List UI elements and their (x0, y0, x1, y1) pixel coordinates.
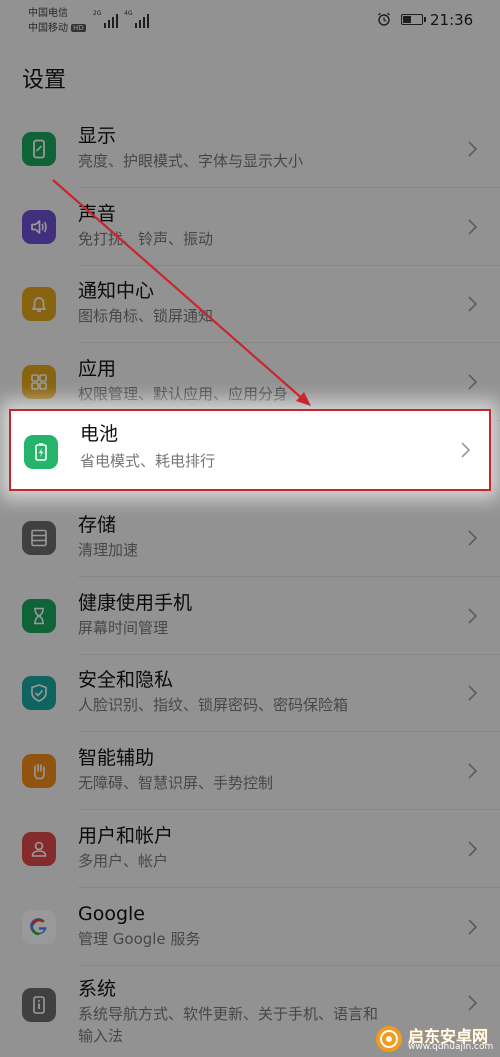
display-phone-icon (22, 131, 56, 166)
battery-icon (24, 435, 58, 469)
settings-item-subtitle: 多用户、帐户 (78, 852, 169, 871)
settings-item-subtitle: 图标角标、锁屏通知 (78, 307, 214, 326)
settings-item-label: 显示 (78, 124, 117, 147)
settings-item-label: 声音 (78, 202, 117, 225)
settings-item-digital-balance[interactable]: 健康使用手机 屏幕时间管理 (0, 577, 500, 655)
carrier-1: 中国电信 (28, 8, 68, 19)
settings-item-display[interactable]: 显示 亮度、护眼模式、字体与显示大小 (0, 110, 500, 188)
speaker-icon (22, 209, 56, 244)
battery-status-icon (401, 14, 426, 25)
settings-item-subtitle: 免打扰、铃声、振动 (78, 229, 214, 248)
settings-item-label: 安全和隐私 (78, 669, 174, 692)
user-icon (22, 832, 56, 867)
chevron-right-icon (468, 141, 478, 157)
settings-list: 显示 亮度、护眼模式、字体与显示大小 声音 免打扰、铃声、振动 通知中心 图标角… (0, 110, 500, 1054)
settings-item-subtitle: 管理 Google 服务 (78, 929, 201, 948)
settings-item-subtitle: 人脸识别、指纹、锁屏密码、密码保险箱 (78, 696, 349, 715)
settings-item-label: 通知中心 (78, 280, 155, 303)
bell-icon (22, 287, 56, 322)
carrier-2-name: 中国移动 (28, 23, 68, 34)
watermark: 启东安卓网 www.qdhuajin.com (374, 1022, 500, 1057)
chevron-right-icon (468, 841, 478, 857)
clock: 21:36 (430, 11, 474, 29)
settings-item-subtitle: 权限管理、默认应用、应用分身 (78, 385, 289, 404)
settings-item-label: 健康使用手机 (78, 591, 193, 614)
settings-item-subtitle: 亮度、护眼模式、字体与显示大小 (78, 151, 304, 170)
apps-grid-icon (22, 365, 56, 400)
chevron-right-icon (468, 685, 478, 702)
chevron-right-icon (468, 530, 478, 546)
settings-item-label: 用户和帐户 (78, 825, 174, 848)
chevron-right-icon (468, 608, 478, 624)
settings-item-subtitle: 清理加速 (78, 540, 139, 559)
hourglass-icon (22, 598, 56, 633)
settings-item-subtitle: 系统导航方式、软件更新、关于手机、语言和 (78, 1004, 379, 1023)
page-title: 设置 (22, 68, 67, 93)
settings-item-subtitle: 屏幕时间管理 (78, 618, 169, 637)
chevron-right-icon (468, 219, 478, 235)
settings-item-label: 系统 (78, 977, 117, 1000)
hd-badge: HD (71, 24, 86, 32)
settings-item-label: 应用 (78, 358, 117, 381)
chevron-right-icon (461, 442, 471, 458)
settings-item-accessibility[interactable]: 智能辅助 无障碍、智慧识屏、手势控制 (0, 732, 500, 811)
signal-1-label: 2G (93, 10, 102, 17)
alarm-icon (378, 12, 390, 26)
storage-icon (22, 520, 56, 555)
info-icon (22, 987, 56, 1022)
signal-2-label: 4G (124, 10, 133, 17)
watermark-url: www.qdhuajin.com (408, 1042, 494, 1052)
watermark-logo-icon (376, 1026, 402, 1052)
carrier-2: 中国移动 HD (28, 23, 86, 35)
shield-icon (22, 676, 56, 711)
settings-item-battery[interactable]: 电池 省电模式、耗电排行 (9, 409, 491, 491)
settings-item-label: 电池 (80, 423, 119, 445)
settings-item-label: Google (78, 902, 146, 925)
settings-item-label: 智能辅助 (78, 747, 155, 770)
chevron-right-icon (468, 374, 478, 390)
chevron-right-icon (468, 995, 478, 1011)
chevron-right-icon (468, 763, 478, 779)
google-icon (22, 909, 56, 944)
settings-item-subtitle-line2: 输入法 (78, 1026, 124, 1045)
settings-item-google[interactable]: Google 管理 Google 服务 (0, 888, 500, 966)
settings-item-security[interactable]: 安全和隐私 人脸识别、指纹、锁屏密码、密码保险箱 (0, 655, 500, 733)
signal-2-icon: 4G (124, 10, 150, 28)
settings-item-label: 存储 (78, 513, 117, 536)
hand-icon (22, 754, 56, 789)
settings-item-subtitle: 省电模式、耗电排行 (80, 452, 216, 470)
settings-item-storage[interactable]: 存储 清理加速 (0, 499, 500, 577)
chevron-right-icon (468, 919, 478, 935)
signal-1-icon: 2G (93, 10, 119, 28)
status-bar: 中国电信 中国移动 HD 2G 4G 21:36 (0, 0, 500, 44)
settings-item-subtitle: 无障碍、智慧识屏、手势控制 (78, 774, 274, 793)
chevron-right-icon (468, 296, 478, 313)
settings-item-notifications[interactable]: 通知中心 图标角标、锁屏通知 (0, 266, 500, 344)
settings-item-sound[interactable]: 声音 免打扰、铃声、振动 (0, 188, 500, 266)
settings-item-users[interactable]: 用户和帐户 多用户、帐户 (0, 810, 500, 888)
